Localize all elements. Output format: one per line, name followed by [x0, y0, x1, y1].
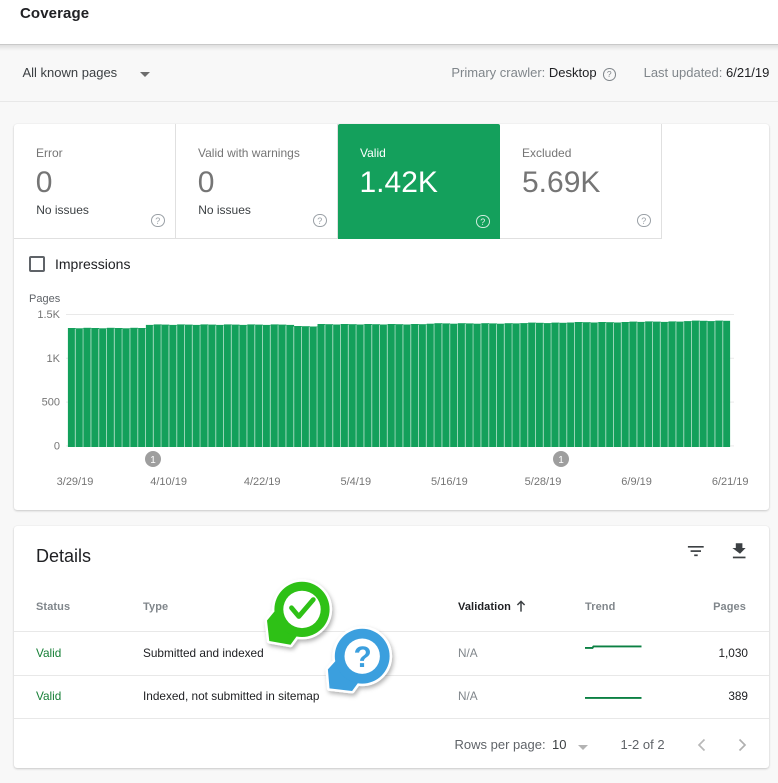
svg-text:3/29/19: 3/29/19 — [57, 476, 94, 488]
svg-text:?: ? — [354, 641, 372, 674]
svg-text:4/22/19: 4/22/19 — [244, 476, 281, 488]
svg-text:6/9/19: 6/9/19 — [621, 476, 652, 488]
svg-text:1K: 1K — [47, 353, 61, 365]
svg-text:5/4/19: 5/4/19 — [341, 476, 372, 488]
svg-text:4/10/19: 4/10/19 — [150, 476, 187, 488]
svg-text:5/28/19: 5/28/19 — [525, 476, 562, 488]
svg-text:6/21/19: 6/21/19 — [712, 476, 749, 488]
svg-text:1: 1 — [558, 455, 564, 466]
svg-text:1: 1 — [150, 455, 156, 466]
svg-text:500: 500 — [42, 397, 60, 409]
svg-text:5/16/19: 5/16/19 — [431, 476, 468, 488]
svg-text:1.5K: 1.5K — [37, 309, 60, 321]
svg-text:0: 0 — [54, 440, 60, 452]
